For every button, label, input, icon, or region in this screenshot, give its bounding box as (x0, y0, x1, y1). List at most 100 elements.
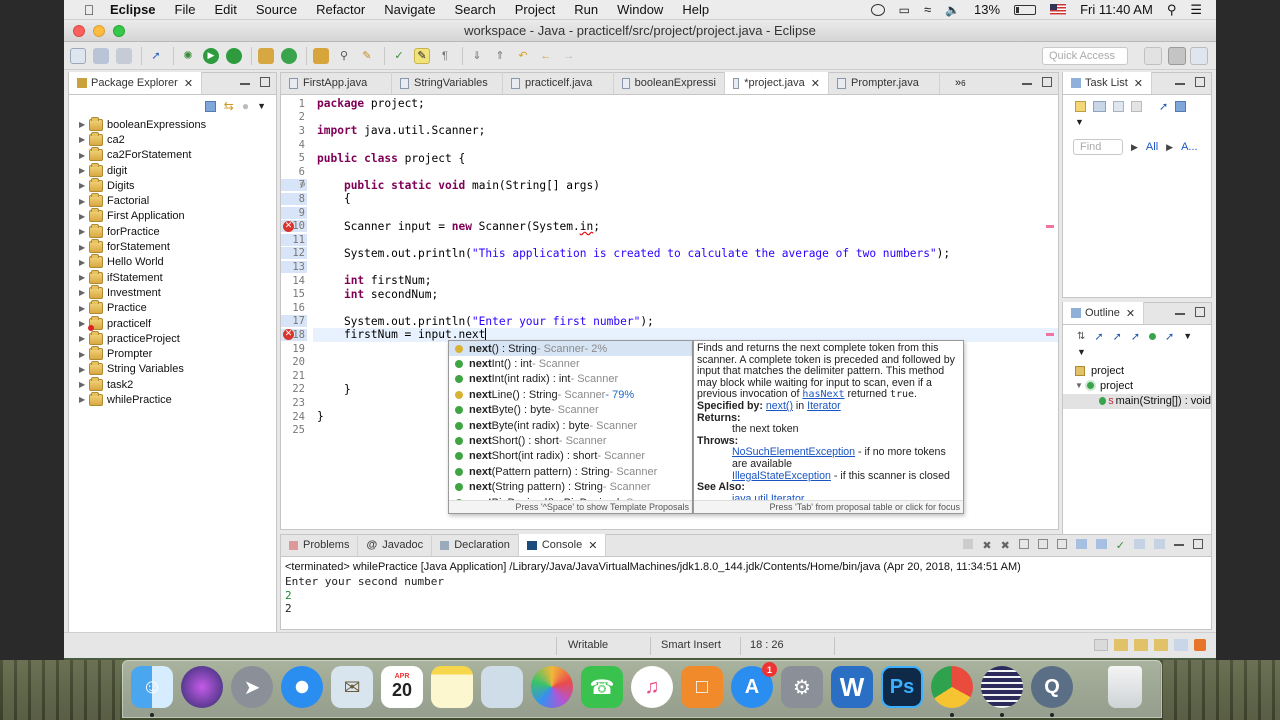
tree-item-project[interactable]: ▶ Digits (69, 177, 276, 193)
app-store-icon[interactable]: A 1 (731, 662, 777, 708)
new-task-icon[interactable] (1075, 100, 1086, 112)
tab-javadoc[interactable]: @ Javadoc (358, 534, 433, 556)
code-line[interactable]: 9 (281, 206, 1058, 220)
expand-icon[interactable]: ▶ (79, 166, 89, 175)
collapse-icon[interactable]: ▼ (1075, 381, 1085, 390)
code-line[interactable]: 16 (281, 301, 1058, 315)
hide-static-icon[interactable]: ➚ (1113, 330, 1122, 343)
java-perspective-icon[interactable] (1168, 47, 1186, 65)
trim-icon[interactable] (1114, 639, 1128, 651)
ibooks-icon[interactable]: □ (681, 666, 723, 708)
menu-navigate[interactable]: Navigate (384, 2, 435, 17)
record-icon[interactable] (870, 3, 885, 16)
editor-tab[interactable]: *project.java ✕ (725, 72, 829, 94)
code-line[interactable]: 10 ✕ Scanner input = new Scanner(System.i… (281, 219, 1058, 233)
expand-icon[interactable]: ▶ (79, 334, 89, 343)
notes-icon[interactable] (431, 666, 473, 708)
tree-item-project[interactable]: ▶ ca2ForStatement (69, 147, 276, 163)
airplay-icon[interactable]: ▭ (899, 3, 910, 17)
close-icon[interactable]: ✕ (588, 539, 597, 552)
outline-method[interactable]: S main(String[]) : void (1063, 393, 1211, 409)
open-type-icon[interactable] (313, 47, 329, 64)
tree-item-project[interactable]: ▶ task2 (69, 376, 276, 392)
expand-icon[interactable]: ▶ (79, 243, 89, 252)
tree-item-project[interactable]: ▶ Prompter (69, 346, 276, 361)
code-line[interactable]: 12 System.out.println("This application … (281, 247, 1058, 261)
exception-link[interactable]: IllegalStateException (732, 470, 831, 482)
expand-icon[interactable]: ▶ (79, 288, 89, 297)
terminate-icon[interactable] (963, 539, 974, 549)
menu-app-eclipse[interactable]: Eclipse (110, 2, 156, 17)
code-line[interactable]: 11 (281, 233, 1058, 247)
view-menu-icon[interactable]: ▼ (1183, 331, 1192, 341)
new-class-icon[interactable] (281, 47, 297, 64)
menu-run[interactable]: Run (574, 2, 598, 17)
quick-access-input[interactable]: Quick Access (1042, 47, 1128, 65)
close-icon[interactable]: ✕ (1134, 77, 1143, 90)
wifi-icon[interactable]: ≈ (924, 2, 931, 17)
hide-completed-icon[interactable] (1131, 100, 1142, 112)
menu-help[interactable]: Help (682, 2, 709, 17)
chrome-icon[interactable] (931, 666, 973, 708)
rss-icon[interactable] (1194, 639, 1206, 651)
pencil-icon[interactable]: ✎ (359, 48, 375, 64)
pin-console-icon[interactable]: ✓ (1116, 539, 1125, 552)
outline-package[interactable]: project (1063, 363, 1211, 378)
safari-icon[interactable] (281, 666, 323, 708)
code-line[interactable]: 4 (281, 138, 1058, 152)
expand-icon[interactable]: ▶ (79, 350, 89, 359)
overview-ruler-error-mark[interactable] (1046, 224, 1054, 228)
trash-icon[interactable] (1108, 666, 1142, 708)
task-filter-all[interactable]: All (1146, 141, 1158, 153)
expand-icon[interactable]: ▶ (79, 395, 89, 404)
spotlight-icon[interactable]: ⚲ (1167, 2, 1177, 18)
remove-all-icon[interactable]: ✖ (1001, 539, 1010, 552)
code-line[interactable]: 17 System.out.println("Enter your first … (281, 315, 1058, 329)
save-all-icon[interactable] (116, 47, 132, 64)
javadoc-hover[interactable]: Finds and returns the next complete toke… (693, 340, 964, 514)
tree-item-project[interactable]: ▶ First Application (69, 208, 276, 224)
close-icon[interactable]: ✕ (184, 77, 193, 90)
outline-class[interactable]: ▼ project (1063, 378, 1211, 393)
tab-package-explorer[interactable]: Package Explorer ✕ (69, 72, 203, 94)
proposal-item[interactable]: next Byte() : byte - Scanner (449, 403, 692, 418)
show-on-output-icon[interactable] (1075, 539, 1087, 549)
maximize-icon[interactable] (1195, 77, 1205, 87)
code-line[interactable]: 8 { (281, 192, 1058, 206)
tab-task-list[interactable]: Task List ✕ (1063, 72, 1153, 94)
battery-percent[interactable]: 13% (974, 2, 1000, 17)
proposal-item[interactable]: next Line() : String - Scanner - 79% (449, 387, 692, 402)
clear-console-icon[interactable] (1018, 539, 1029, 549)
menu-source[interactable]: Source (256, 2, 297, 17)
expand-icon[interactable]: ▶ (79, 380, 89, 389)
launchpad-icon[interactable]: ➤ (231, 666, 273, 708)
photos-icon[interactable] (531, 666, 573, 708)
remove-launch-icon[interactable]: ✖ (982, 539, 991, 552)
minimize-icon[interactable] (1175, 313, 1185, 315)
tab-outline[interactable]: Outline ✕ (1063, 302, 1145, 324)
code-line[interactable]: 3 import java.util.Scanner; (281, 124, 1058, 138)
proposal-item[interactable]: next (Pattern pattern) : String - Scanner (449, 464, 692, 479)
hasnext-link[interactable]: hasNext (802, 389, 844, 400)
error-icon[interactable]: ✕ (283, 220, 294, 232)
code-line[interactable]: 7 ⊖ public static void main(String[] args… (281, 179, 1058, 193)
maximize-icon[interactable] (260, 77, 270, 87)
task-find-input[interactable]: Find (1073, 139, 1123, 155)
hide-fields-icon[interactable]: ➚ (1094, 330, 1103, 343)
collapse-all-icon[interactable] (204, 100, 216, 112)
menu-search[interactable]: Search (455, 2, 496, 17)
show-whitespace-icon[interactable]: ¶ (437, 48, 453, 64)
code-line[interactable]: 13 (281, 260, 1058, 274)
maximize-icon[interactable] (1195, 307, 1205, 317)
scroll-lock-icon[interactable] (1037, 539, 1048, 549)
trim-icon[interactable] (1094, 639, 1108, 651)
expand-icon[interactable]: ▶ (79, 197, 89, 206)
volume-icon[interactable]: 🔈 (945, 3, 960, 17)
minimize-icon[interactable] (1174, 544, 1184, 546)
new-icon[interactable] (70, 47, 86, 64)
mail-icon[interactable]: ✉ (331, 666, 373, 708)
proposal-item[interactable]: next() : String - Scanner - 2% (449, 341, 692, 357)
system-preferences-icon[interactable]: ⚙ (781, 666, 823, 708)
history-forward-icon[interactable]: → (561, 48, 577, 64)
proposal-item[interactable]: next Short() : short - Scanner (449, 433, 692, 448)
